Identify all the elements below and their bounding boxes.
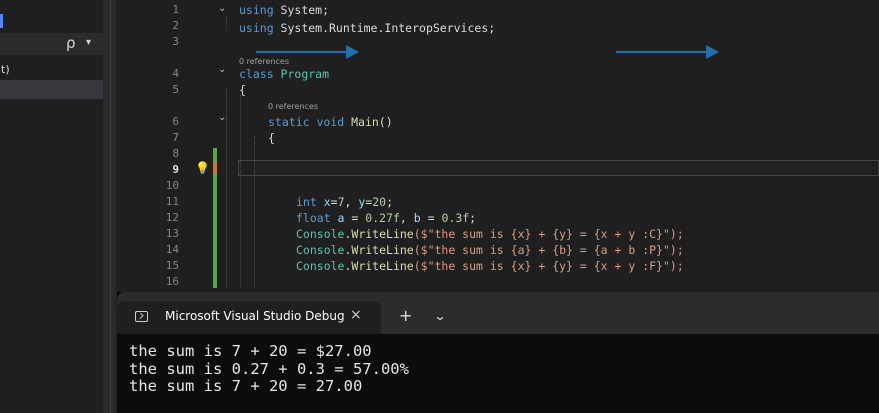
- class-name: Program: [273, 67, 330, 81]
- line-number: 11: [165, 195, 179, 208]
- namespace-name: System.Runtime.InteropServices;: [273, 21, 496, 35]
- selection-accent: [0, 14, 3, 28]
- code-line-13[interactable]: Console.WriteLine($"the sum is {x} + {y}…: [296, 228, 684, 240]
- method-name: Main: [344, 115, 379, 129]
- number-literal: 7: [337, 195, 345, 209]
- line-number: 12: [165, 211, 179, 224]
- debug-console-window[interactable]: Microsoft Visual Studio Debug Console × …: [117, 292, 879, 413]
- line-number: 4: [172, 67, 179, 80]
- number-literal: 20: [372, 195, 387, 209]
- line-number: 15: [165, 259, 179, 272]
- new-tab-button[interactable]: +: [399, 306, 412, 325]
- current-line-highlight: [238, 160, 879, 176]
- line-number: 6: [172, 115, 179, 128]
- keyword-using: using: [239, 3, 274, 17]
- brace: {: [268, 131, 275, 145]
- code-line-12[interactable]: float a = 0.27f, b = 0.3f;: [296, 212, 476, 224]
- annotation-arrow: [616, 51, 708, 53]
- operator: =: [330, 195, 338, 209]
- solution-explorer-panel: [0, 0, 103, 413]
- line-number: 1: [172, 3, 179, 16]
- line-number: 8: [172, 147, 179, 160]
- code-line-6[interactable]: static void Main(): [268, 116, 393, 128]
- class-console: Console: [296, 227, 345, 241]
- line-number: 9: [172, 163, 179, 176]
- variable-a: a: [330, 211, 345, 225]
- code-line-5[interactable]: {: [239, 84, 246, 96]
- interpolated-string: ($"the sum is {x} + {y} = {x + y :F}");: [413, 259, 684, 273]
- explorer-item-label[interactable]: t): [1, 63, 10, 76]
- keyword-using: using: [239, 21, 274, 35]
- namespace-name: System;: [273, 3, 330, 17]
- search-options-chevron-icon[interactable]: ▾: [86, 37, 91, 48]
- explorer-selected-row[interactable]: [0, 80, 103, 99]
- method-writeline: WriteLine: [351, 259, 414, 273]
- console-icon: [135, 311, 148, 322]
- indent-guide: [254, 136, 255, 288]
- class-console: Console: [296, 259, 345, 273]
- comma: ,: [399, 211, 414, 225]
- line-number: 7: [172, 131, 179, 144]
- terminal-tab[interactable]: Microsoft Visual Studio Debug Console ×: [117, 301, 381, 334]
- terminal-output[interactable]: the sum is 7 + 20 = $27.00 the sum is 0.…: [129, 342, 409, 396]
- annotation-arrow-head: [346, 45, 359, 59]
- line-number: 13: [165, 227, 179, 240]
- fold-chevron-icon[interactable]: ⌄: [218, 3, 226, 14]
- line-number: 10: [165, 179, 179, 192]
- code-line-4[interactable]: class Program: [239, 68, 329, 80]
- output-line: the sum is 7 + 20 = 27.00: [129, 377, 363, 395]
- breakpoint-margin-marker: [213, 162, 217, 174]
- fold-chevron-icon[interactable]: ⌄: [218, 64, 226, 75]
- code-line-15[interactable]: Console.WriteLine($"the sum is {x} + {y}…: [296, 260, 684, 272]
- line-number: 5: [172, 83, 179, 96]
- code-line-14[interactable]: Console.WriteLine($"the sum is {a} + {b}…: [296, 244, 684, 256]
- semicolon: ;: [386, 195, 394, 209]
- method-writeline: WriteLine: [351, 227, 414, 241]
- method-writeline: WriteLine: [351, 243, 414, 257]
- number-literal: 0.3f: [441, 211, 470, 225]
- terminal-tab-bar: Microsoft Visual Studio Debug Console × …: [117, 292, 879, 334]
- keyword-class: class: [239, 67, 274, 81]
- brace: {: [239, 83, 246, 97]
- class-console: Console: [296, 243, 345, 257]
- annotation-arrow: [256, 51, 348, 53]
- comma: ,: [344, 195, 359, 209]
- close-icon[interactable]: ×: [350, 307, 362, 323]
- output-line: the sum is 0.27 + 0.3 = 57.00%: [129, 359, 409, 378]
- number-literal: 0.27f: [365, 211, 400, 225]
- keyword-int: int: [296, 195, 317, 209]
- code-line-1[interactable]: using System;: [239, 4, 329, 16]
- code-line-11[interactable]: int x=7, y=20;: [296, 196, 393, 208]
- semicolon: ;: [469, 211, 477, 225]
- line-number: 14: [165, 243, 179, 256]
- codelens-references[interactable]: 0 references: [239, 57, 289, 66]
- lightbulb-icon[interactable]: 💡: [195, 161, 210, 175]
- indent-guide: [240, 95, 241, 288]
- codelens-references[interactable]: 0 references: [268, 102, 318, 111]
- annotation-arrow-head: [706, 45, 719, 59]
- keyword-float: float: [296, 211, 331, 225]
- line-number: 2: [172, 19, 179, 32]
- operator: =: [420, 211, 442, 225]
- line-number: 16: [165, 275, 179, 288]
- indent-guide: [226, 16, 227, 30]
- code-line-7[interactable]: {: [268, 132, 275, 144]
- search-icon[interactable]: ρ: [66, 34, 76, 52]
- terminal-tab-title: Microsoft Visual Studio Debug Console: [165, 309, 347, 323]
- chevron-down-icon[interactable]: ⌄: [433, 309, 446, 323]
- code-line-2[interactable]: using System.Runtime.InteropServices;: [239, 22, 495, 34]
- variable-b: b: [413, 211, 421, 225]
- interpolated-string: ($"the sum is {a} + {b} = {a + b :P}");: [413, 243, 684, 257]
- line-number: 3: [172, 35, 179, 48]
- variable-x: x: [316, 195, 331, 209]
- indent-guide: [226, 88, 227, 288]
- output-line: the sum is 7 + 20 = $27.00: [129, 342, 372, 360]
- parens: (): [378, 115, 393, 129]
- splitter-divider: [110, 0, 111, 413]
- keyword-static-void: static void: [268, 115, 345, 129]
- operator: =: [344, 211, 366, 225]
- interpolated-string: ($"the sum is {x} + {y} = {x + y :C}");: [413, 227, 684, 241]
